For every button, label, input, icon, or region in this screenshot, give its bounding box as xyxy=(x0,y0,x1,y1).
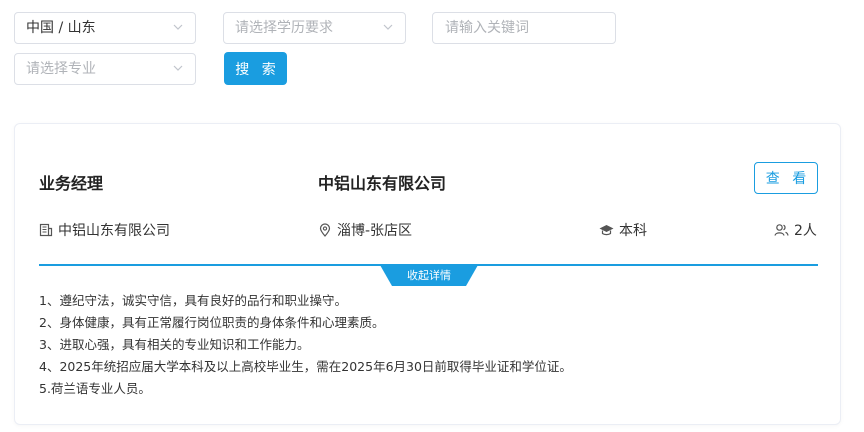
requirement-item: 4、2025年统招应届大学本科及以上高校毕业生，需在2025年6月30日前取得毕… xyxy=(39,359,572,374)
job-title: 业务经理 xyxy=(39,174,104,193)
building-icon xyxy=(39,223,53,237)
company-title: 中铝山东有限公司 xyxy=(318,174,447,193)
headcount-text: 2人 xyxy=(794,223,817,239)
view-button[interactable]: 查 看 xyxy=(754,162,818,194)
chevron-down-icon xyxy=(173,24,183,30)
location-text: 淄博-张店区 xyxy=(337,223,413,239)
region-select-value: 中国 / 山东 xyxy=(26,20,96,36)
requirement-item: 1、遵纪守法，诚实守信，具有良好的品行和职业操守。 xyxy=(39,293,347,308)
location-pin-icon xyxy=(319,223,331,237)
major-select-placeholder: 请选择专业 xyxy=(26,61,96,77)
company-meta: 中铝山东有限公司 xyxy=(39,220,170,240)
headcount-meta: 2人 xyxy=(774,220,817,240)
education-meta: 本科 xyxy=(599,220,647,240)
graduation-cap-icon xyxy=(599,225,614,236)
people-icon xyxy=(774,224,789,236)
requirements-list: 1、遵纪守法，诚实守信，具有良好的品行和职业操守。 2、身体健康，具有正常履行岗… xyxy=(39,290,572,400)
location-meta: 淄博-张店区 xyxy=(318,220,412,240)
education-select-placeholder: 请选择学历要求 xyxy=(235,20,333,36)
company-name: 中铝山东有限公司 xyxy=(58,223,170,239)
region-select[interactable]: 中国 / 山东 xyxy=(14,12,196,44)
job-card: 业务经理 中铝山东有限公司 查 看 中铝山东有限公司 淄博-张店区 本科 2人 xyxy=(14,123,841,425)
search-button[interactable]: 搜 索 xyxy=(224,52,287,85)
keyword-input[interactable] xyxy=(432,12,616,44)
chevron-down-icon xyxy=(383,24,393,30)
requirement-item: 2、身体健康，具有正常履行岗位职责的身体条件和心理素质。 xyxy=(39,315,385,330)
collapse-details-toggle[interactable]: 收起详情 xyxy=(380,265,478,286)
major-select[interactable]: 请选择专业 xyxy=(14,53,196,85)
requirement-item: 5.荷兰语专业人员。 xyxy=(39,381,151,396)
collapse-details-label: 收起详情 xyxy=(407,269,451,282)
education-text: 本科 xyxy=(619,223,647,239)
education-select[interactable]: 请选择学历要求 xyxy=(223,12,406,44)
requirement-item: 3、进取心强，具有相关的专业知识和工作能力。 xyxy=(39,337,310,352)
chevron-down-icon xyxy=(173,65,183,71)
